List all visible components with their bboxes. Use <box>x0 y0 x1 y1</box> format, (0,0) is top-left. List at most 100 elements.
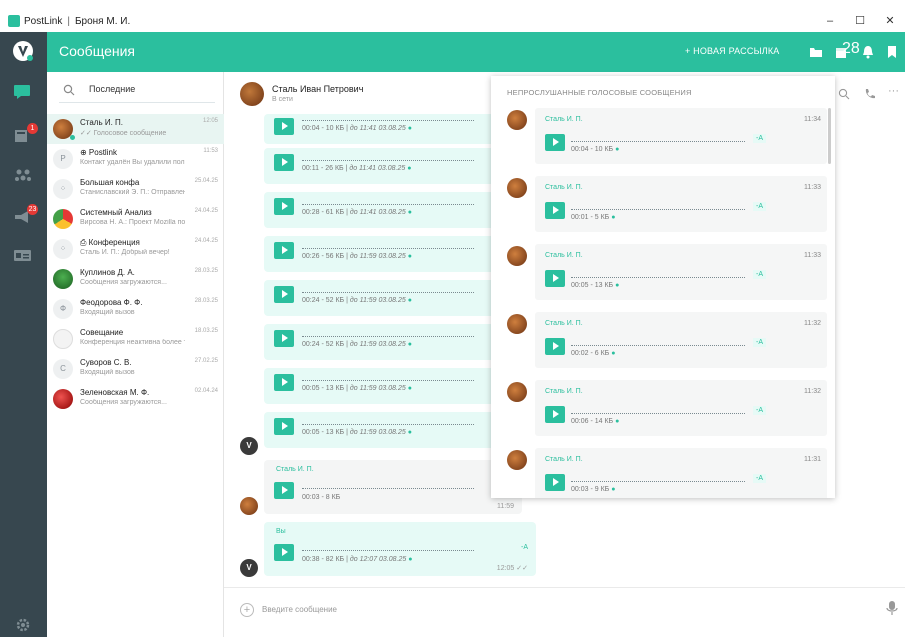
minimize-button[interactable]: – <box>815 10 845 32</box>
chat-item[interactable]: Куплинов Д. А. Сообщения загружаются... … <box>47 264 224 294</box>
waveform[interactable] <box>571 277 745 278</box>
contacts-icon[interactable] <box>13 167 33 183</box>
message-time: 12:05 ✓✓ <box>496 565 528 572</box>
voice-list-item[interactable]: Сталь И. П. 11:32 00:06 - 14 КБ ● -A <box>491 380 835 440</box>
search-icon[interactable] <box>63 84 75 96</box>
play-button[interactable] <box>545 134 565 151</box>
waveform[interactable] <box>302 336 474 337</box>
chat-preview: Сообщения загружаются... <box>80 399 167 406</box>
waveform[interactable] <box>571 481 745 482</box>
folder-icon[interactable] <box>809 45 823 59</box>
search-icon[interactable] <box>838 88 850 100</box>
close-button[interactable]: ✕ <box>875 10 905 32</box>
megaphone-badge: 23 <box>27 204 38 215</box>
sender-avatar <box>507 246 527 266</box>
playback-speed-button[interactable]: -A <box>521 544 528 551</box>
playback-speed-button[interactable]: -A <box>753 474 766 483</box>
play-button[interactable] <box>274 154 294 171</box>
play-button[interactable] <box>545 270 565 287</box>
bookmark-icon[interactable] <box>885 45 899 59</box>
play-button[interactable] <box>274 118 294 135</box>
chat-item[interactable]: С Суворов С. В. Входящий вызов 27.02.25 <box>47 354 224 384</box>
play-button[interactable] <box>545 338 565 355</box>
waveform[interactable] <box>302 160 474 161</box>
chat-preview: Вирсова Н. А.: Проект Mozilla пок... <box>80 219 185 226</box>
playback-speed-button[interactable]: -A <box>753 202 766 211</box>
voice-card: Сталь И. П. 11:33 00:01 - 5 КБ ● -A <box>535 176 827 232</box>
chat-item[interactable]: ⁘ Большая конфа Станиславский Э. П.: Отп… <box>47 174 224 204</box>
voice-card: Сталь И. П. 11:31 00:03 - 9 КБ ● -A <box>535 448 827 498</box>
chat-icon[interactable] <box>13 84 33 100</box>
waveform[interactable] <box>302 550 474 551</box>
waveform[interactable] <box>571 141 745 142</box>
sender-avatar <box>507 450 527 470</box>
chat-item[interactable]: ⁘ ⎙ Конференция Сталь И. П.: Добрый вече… <box>47 234 224 264</box>
new-mailing-button[interactable]: + НОВАЯ РАССЫЛКА <box>685 46 780 56</box>
message-time: 11:59 <box>497 503 514 510</box>
chat-item[interactable]: Совещание Конференция неактивна более т.… <box>47 324 224 354</box>
attach-button[interactable]: + <box>240 603 254 617</box>
message-meta: 00:28 - 61 КБ | до 11:41 03.08.25 ● <box>302 209 412 216</box>
waveform[interactable] <box>302 120 474 121</box>
contact-status: В сети <box>272 96 293 103</box>
voice-list-item[interactable]: Сталь И. П. 11:32 00:02 - 6 КБ ● -A <box>491 312 835 372</box>
play-button[interactable] <box>274 544 294 561</box>
message-input[interactable]: Введите сообщение <box>262 605 337 614</box>
playback-speed-button[interactable]: -A <box>753 406 766 415</box>
play-button[interactable] <box>274 198 294 215</box>
chat-item[interactable]: Ф Феодорова Ф. Ф. Входящий вызов 28.03.2… <box>47 294 224 324</box>
playback-speed-button[interactable]: -A <box>753 338 766 347</box>
search-filter-label[interactable]: Последние <box>89 84 135 94</box>
more-icon[interactable]: ··· <box>888 85 905 97</box>
chat-item[interactable]: P ⊕ Postlink Контакт удалён Вы удалили п… <box>47 144 224 174</box>
voice-list-item[interactable]: Сталь И. П. 11:34 00:04 - 10 КБ ● -A <box>491 108 835 168</box>
bell-icon[interactable] <box>861 45 875 59</box>
play-button[interactable] <box>274 330 294 347</box>
play-button[interactable] <box>545 202 565 219</box>
title-bar: PostLink | Броня М. И. – ☐ ✕ <box>0 10 905 32</box>
play-button[interactable] <box>274 242 294 259</box>
mail-badge: 1 <box>27 123 38 134</box>
waveform[interactable] <box>302 292 474 293</box>
voice-list-item[interactable]: Сталь И. П. 11:31 00:03 - 9 КБ ● -A <box>491 448 835 498</box>
message-meta: 00:05 - 13 КБ | до 11:59 03.08.25 ● <box>302 385 412 392</box>
chat-item[interactable]: Системный Анализ Вирсова Н. А.: Проект M… <box>47 204 224 234</box>
phone-icon[interactable] <box>864 88 876 100</box>
contact-avatar[interactable] <box>240 82 264 106</box>
playback-speed-button[interactable]: -A <box>753 270 766 279</box>
play-button[interactable] <box>274 418 294 435</box>
sender-avatar <box>507 314 527 334</box>
waveform[interactable] <box>571 413 745 414</box>
waveform[interactable] <box>571 209 745 210</box>
chat-item[interactable]: Зеленовская М. Ф. Сообщения загружаются.… <box>47 384 224 414</box>
avatar: С <box>53 359 73 379</box>
voice-list-item[interactable]: Сталь И. П. 11:33 00:05 - 13 КБ ● -A <box>491 244 835 304</box>
play-button[interactable] <box>274 482 294 499</box>
play-button[interactable] <box>545 474 565 491</box>
chat-time: 28.03.25 <box>194 298 218 304</box>
waveform[interactable] <box>302 424 474 425</box>
id-card-icon[interactable] <box>13 247 33 263</box>
search-bar[interactable]: Последние <box>47 72 224 112</box>
chat-time: 28.03.25 <box>194 268 218 274</box>
waveform[interactable] <box>571 345 745 346</box>
contact-name[interactable]: Сталь Иван Петрович <box>272 84 363 94</box>
chat-name: Зеленовская М. Ф. <box>80 388 150 397</box>
chat-preview: Конференция неактивна более т... <box>80 339 185 346</box>
chat-item[interactable]: Сталь И. П. ✓✓ Голосовое сообщение 12:05 <box>47 114 224 144</box>
waveform[interactable] <box>302 204 474 205</box>
gear-icon[interactable] <box>13 617 33 633</box>
play-button[interactable] <box>274 374 294 391</box>
maximize-button[interactable]: ☐ <box>845 10 875 32</box>
waveform[interactable] <box>302 488 474 489</box>
waveform[interactable] <box>302 380 474 381</box>
voice-list-item[interactable]: Сталь И. П. 11:33 00:01 - 5 КБ ● -A <box>491 176 835 236</box>
play-button[interactable] <box>274 286 294 303</box>
playback-speed-button[interactable]: -A <box>753 134 766 143</box>
voice-time: 11:34 <box>804 116 821 123</box>
waveform[interactable] <box>302 248 474 249</box>
voice-time: 11:31 <box>804 456 821 463</box>
play-button[interactable] <box>545 406 565 423</box>
voice-time: 11:33 <box>804 184 821 191</box>
microphone-icon[interactable] <box>885 600 899 616</box>
